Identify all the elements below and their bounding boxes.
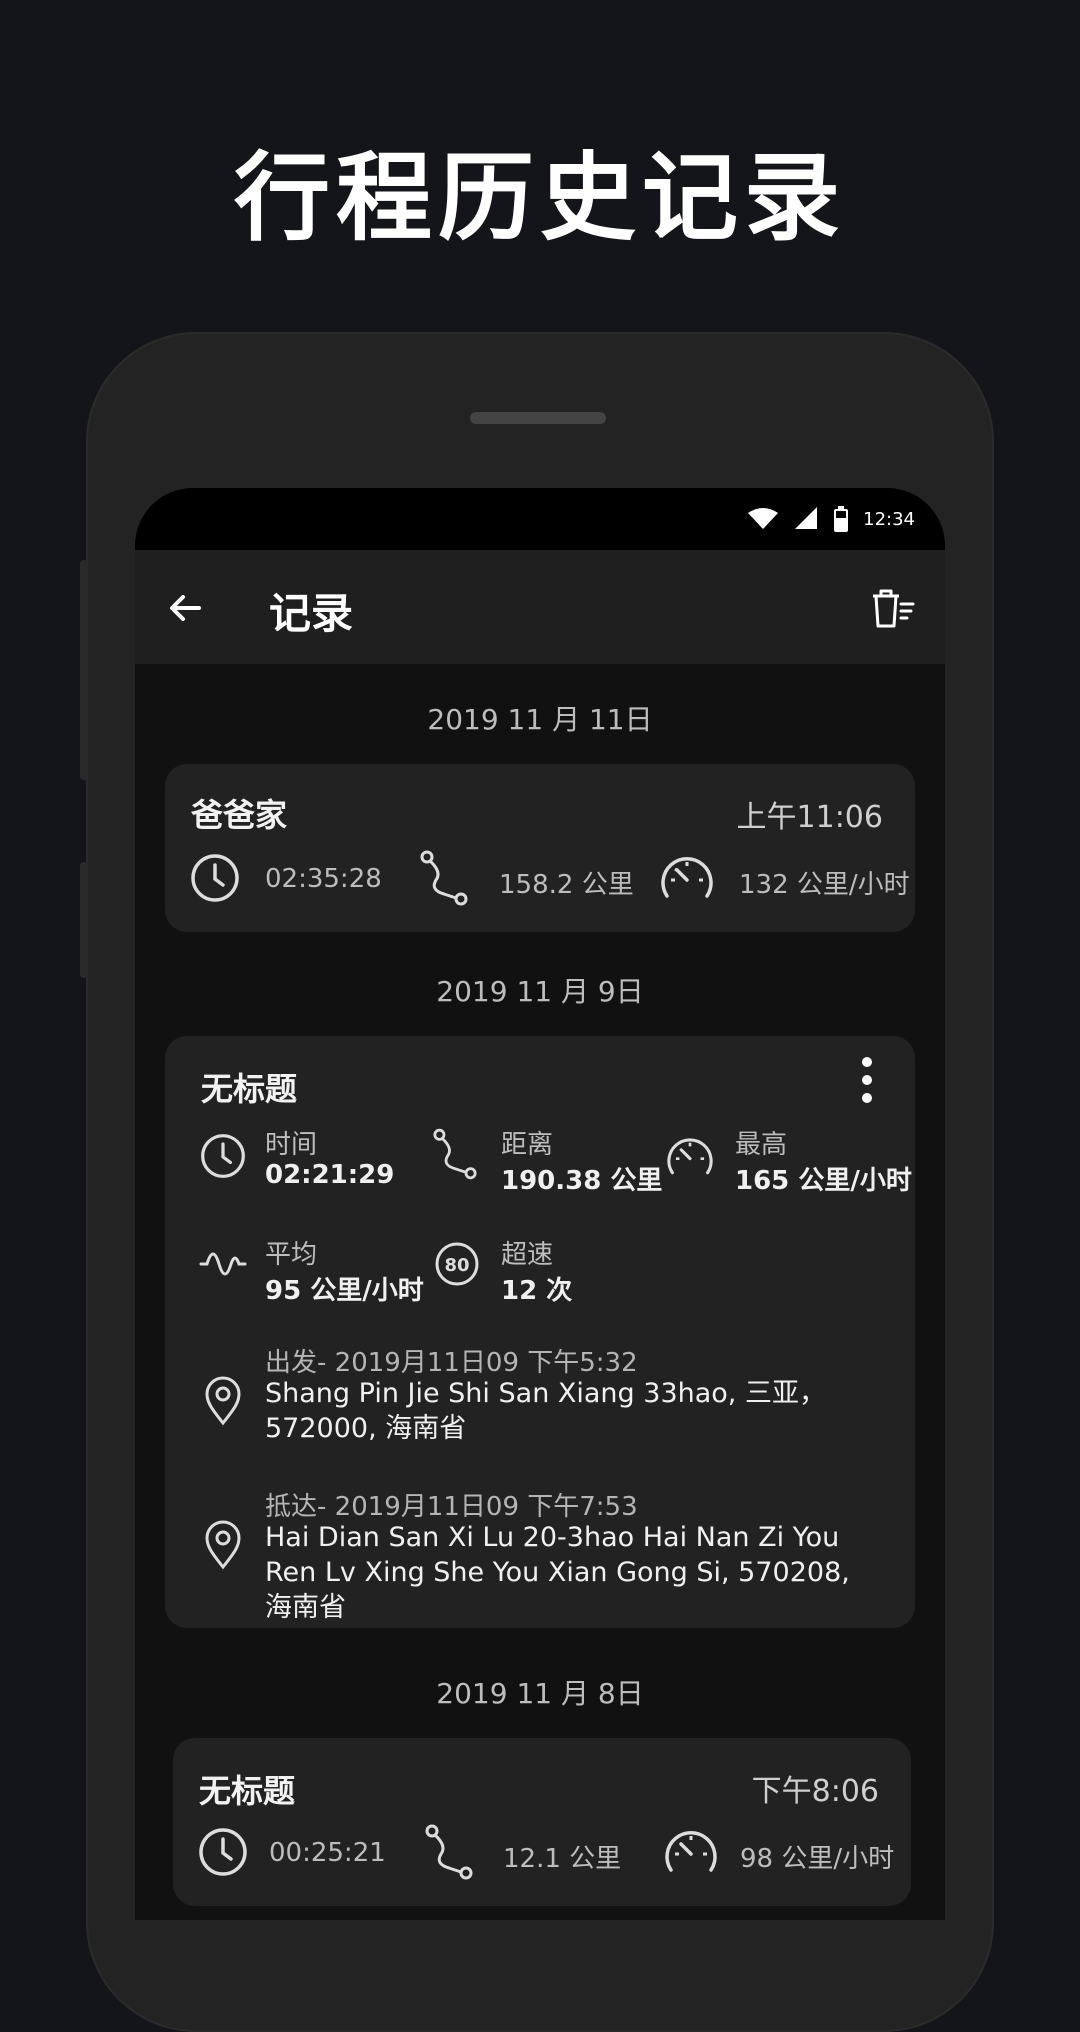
trip-max-speed: 98 公里/小时 bbox=[740, 1844, 895, 1874]
phone-side-button bbox=[80, 862, 88, 978]
battery-icon bbox=[834, 506, 849, 532]
time-value: 02:21:29 bbox=[265, 1160, 395, 1190]
trip-card[interactable]: 无标题 下午8:06 00:25:21 12.1 公里 98 公里/小时 bbox=[173, 1738, 911, 1906]
speedometer-icon bbox=[667, 1138, 713, 1175]
trip-title: 无标题 bbox=[201, 1070, 298, 1108]
max-label: 最高 bbox=[735, 1130, 788, 1160]
overspeed-value: 12 次 bbox=[501, 1276, 573, 1306]
clock-icon bbox=[191, 854, 239, 902]
avg-value: 95 公里/小时 bbox=[265, 1276, 424, 1306]
departure-address: Shang Pin Jie Shi San Xiang 33hao, 三亚， 5… bbox=[265, 1378, 826, 1444]
time-label: 时间 bbox=[265, 1130, 318, 1160]
date-header: 2019 11 月 11日 bbox=[427, 703, 653, 736]
route-icon bbox=[433, 1128, 477, 1180]
signal-icon bbox=[795, 507, 818, 529]
max-value: 165 公里/小时 bbox=[735, 1166, 912, 1196]
overspeed-label: 超速 bbox=[501, 1240, 554, 1270]
departure-meta: 出发- 2019月11日09 下午5:32 bbox=[265, 1348, 638, 1378]
wave-icon bbox=[199, 1252, 247, 1276]
speedometer-icon bbox=[665, 1830, 717, 1872]
clock-icon bbox=[201, 1134, 245, 1178]
phone-screen: 12:34 记录 2019 11 月 11日 爸爸家 上午11:06 02:35… bbox=[135, 488, 945, 1920]
trip-card[interactable]: 爸爸家 上午11:06 02:35:28 158.2 公里 132 公里/小时 bbox=[165, 764, 915, 932]
trip-time: 上午11:06 bbox=[736, 800, 883, 835]
trash-icon[interactable] bbox=[867, 586, 917, 630]
date-header: 2019 11 月 8日 bbox=[436, 1677, 644, 1710]
trip-distance: 12.1 公里 bbox=[503, 1844, 622, 1874]
arrival-meta: 抵达- 2019月11日09 下午7:53 bbox=[265, 1492, 638, 1522]
trip-title: 无标题 bbox=[199, 1772, 296, 1810]
promo-title: 行程历史记录 bbox=[234, 142, 846, 254]
clock-icon bbox=[199, 1828, 247, 1876]
location-pin-icon bbox=[205, 1376, 241, 1426]
route-icon bbox=[420, 850, 468, 906]
status-bar: 12:34 bbox=[135, 488, 945, 550]
app-bar: 记录 bbox=[135, 550, 945, 664]
distance-label: 距离 bbox=[501, 1130, 554, 1160]
more-vert-icon[interactable] bbox=[857, 1054, 877, 1106]
location-pin-icon bbox=[205, 1520, 241, 1570]
arrow-left-icon[interactable] bbox=[165, 588, 205, 628]
trip-title: 爸爸家 bbox=[191, 796, 288, 834]
wifi-icon bbox=[748, 508, 779, 529]
arrival-address: Hai Dian San Xi Lu 20-3hao Hai Nan Zi Yo… bbox=[265, 1522, 850, 1623]
phone-side-button bbox=[80, 560, 88, 780]
date-header: 2019 11 月 9日 bbox=[436, 975, 644, 1008]
trip-duration: 02:35:28 bbox=[265, 864, 382, 894]
phone-speaker bbox=[470, 412, 606, 424]
trip-duration: 00:25:21 bbox=[269, 1838, 386, 1868]
overspeed-icon: 80 bbox=[435, 1242, 479, 1286]
speedometer-icon bbox=[661, 856, 713, 898]
trip-time: 下午8:06 bbox=[751, 1774, 879, 1809]
trip-distance: 158.2 公里 bbox=[499, 870, 634, 900]
avg-label: 平均 bbox=[265, 1240, 318, 1270]
route-icon bbox=[425, 1824, 473, 1880]
page-title: 记录 bbox=[269, 589, 354, 638]
trip-card-expanded[interactable]: 无标题 时间 02:21:29 距离 190.38 公里 最高 165 公里/小… bbox=[165, 1036, 915, 1628]
svg-text:80: 80 bbox=[444, 1255, 469, 1276]
distance-value: 190.38 公里 bbox=[501, 1166, 663, 1196]
trip-max-speed: 132 公里/小时 bbox=[739, 870, 910, 900]
status-time: 12:34 bbox=[863, 508, 915, 530]
